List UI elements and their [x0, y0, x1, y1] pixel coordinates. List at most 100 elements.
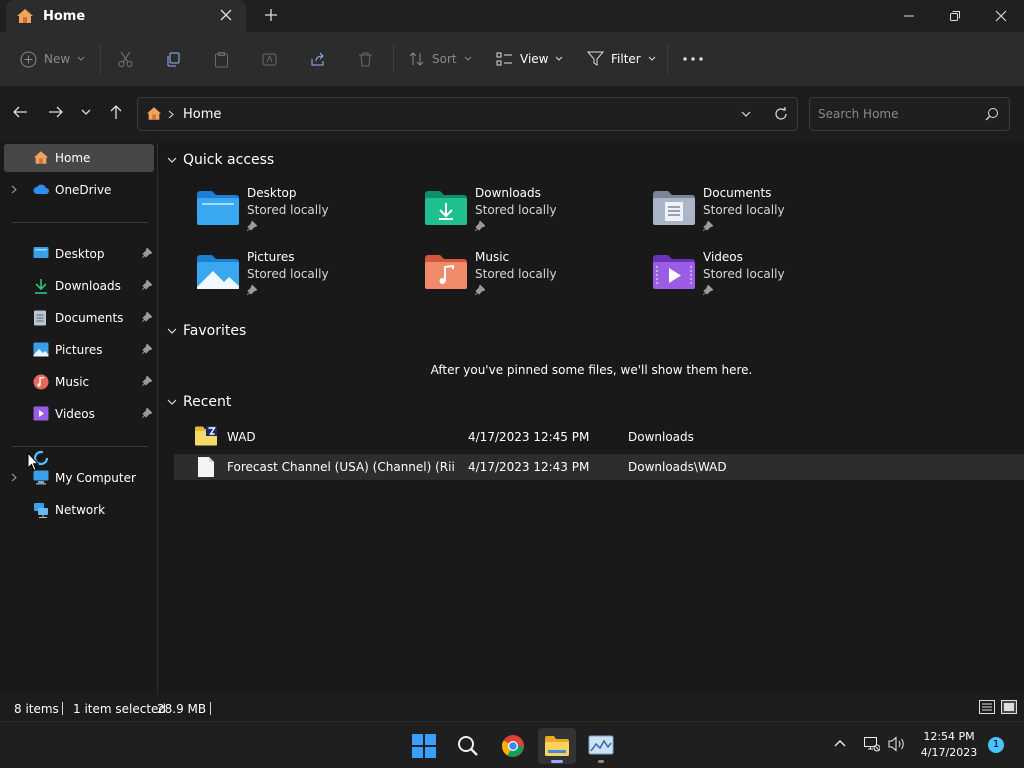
sidebar-item-videos[interactable]: Videos — [4, 400, 154, 428]
tiles-view-button[interactable] — [1001, 700, 1017, 714]
paste-button[interactable] — [213, 32, 230, 86]
delete-button[interactable] — [357, 32, 374, 86]
recent-locations-button[interactable] — [81, 109, 91, 115]
quick-access-item-videos[interactable]: Videos Stored locally — [652, 250, 872, 306]
download-icon — [33, 278, 49, 294]
more-options-button[interactable] — [683, 32, 703, 86]
back-button[interactable] — [12, 104, 28, 120]
more-icon — [683, 57, 703, 61]
folder-icon — [545, 736, 569, 756]
item-status: Stored locally — [247, 203, 329, 217]
pin-icon[interactable] — [142, 376, 152, 387]
start-button[interactable] — [405, 728, 443, 764]
restore-button[interactable] — [932, 0, 978, 32]
filter-icon — [587, 51, 604, 66]
picture-icon — [33, 342, 49, 357]
sidebar-item-home[interactable]: Home — [4, 144, 154, 172]
pin-icon[interactable] — [142, 408, 152, 419]
filter-label: Filter — [611, 52, 641, 66]
close-tab-icon[interactable] — [219, 8, 233, 22]
sidebar-item-music[interactable]: Music — [4, 368, 154, 396]
breadcrumb-home[interactable]: Home — [183, 107, 221, 122]
rename-icon — [262, 53, 277, 65]
rename-button[interactable] — [261, 32, 278, 86]
title-bar: Home — [0, 0, 1024, 32]
pictures-folder-icon — [196, 254, 240, 290]
clock-date[interactable]: 4/17/2023 — [917, 746, 981, 759]
sidebar-item-desktop[interactable]: Desktop — [4, 240, 154, 268]
table-row[interactable]: Forecast Channel (USA) (Channel) (RiiCo.… — [174, 454, 1024, 480]
section-title: Quick access — [183, 152, 275, 168]
chevron-down-icon — [741, 111, 751, 117]
command-bar: New Sort View Filter — [0, 32, 1024, 86]
details-view-button[interactable] — [979, 700, 995, 714]
chevron-down-icon — [167, 328, 177, 334]
quick-access-item-music[interactable]: Music Stored locally — [424, 250, 644, 306]
sidebar-item-label: Network — [55, 503, 106, 517]
pin-icon — [475, 221, 485, 232]
resource-monitor-app-button[interactable] — [582, 728, 620, 764]
home-icon — [146, 106, 162, 121]
quick-access-header[interactable]: Quick access — [167, 152, 274, 168]
plus-circle-icon — [20, 51, 37, 67]
view-button[interactable]: View — [496, 32, 563, 86]
forward-button[interactable] — [48, 104, 64, 120]
sidebar-item-documents[interactable]: Documents — [4, 304, 154, 332]
address-history-dropdown[interactable] — [741, 111, 751, 117]
quick-access-item-documents[interactable]: Documents Stored locally — [652, 186, 872, 242]
taskbar-search-button[interactable] — [449, 728, 487, 764]
scissors-icon — [118, 51, 133, 67]
up-button[interactable] — [108, 104, 124, 120]
pin-icon[interactable] — [142, 312, 152, 323]
close-window-button[interactable] — [978, 0, 1024, 32]
network-status-icon[interactable] — [864, 736, 880, 752]
search-box[interactable] — [809, 97, 1010, 131]
section-title: Recent — [183, 394, 232, 410]
notification-badge[interactable]: 1 — [988, 737, 1004, 753]
tab-home[interactable]: Home — [6, 0, 246, 32]
quick-access-item-pictures[interactable]: Pictures Stored locally — [196, 250, 416, 306]
pin-icon[interactable] — [142, 248, 152, 259]
pin-icon[interactable] — [142, 344, 152, 355]
file-explorer-app-button[interactable] — [538, 728, 576, 764]
show-hidden-icons-button[interactable] — [834, 739, 846, 747]
new-tab-icon[interactable] — [264, 8, 278, 22]
table-row[interactable]: WAD 4/17/2023 12:45 PM Downloads — [174, 424, 1024, 450]
item-name: Music — [475, 250, 510, 264]
search-input[interactable] — [818, 106, 978, 122]
volume-icon[interactable] — [888, 736, 906, 752]
sidebar-item-label: Music — [55, 375, 90, 389]
search-icon[interactable] — [985, 107, 999, 121]
sidebar-item-network[interactable]: Network — [4, 496, 154, 524]
copy-button[interactable] — [165, 32, 182, 86]
share-button[interactable] — [309, 32, 326, 86]
refresh-button[interactable] — [774, 107, 788, 121]
videos-folder-icon — [652, 254, 696, 290]
pin-icon[interactable] — [142, 280, 152, 291]
recent-header[interactable]: Recent — [167, 394, 231, 410]
minimize-button[interactable] — [886, 0, 932, 32]
clock-time[interactable]: 12:54 PM — [917, 730, 981, 743]
desktop-icon — [33, 246, 49, 260]
quick-access-item-desktop[interactable]: Desktop Stored locally — [196, 186, 416, 242]
new-button[interactable]: New — [20, 32, 85, 86]
favorites-header[interactable]: Favorites — [167, 323, 246, 339]
sort-button[interactable]: Sort — [409, 32, 472, 86]
sort-label: Sort — [432, 52, 457, 66]
sidebar-item-downloads[interactable]: Downloads — [4, 272, 154, 300]
sort-icon — [409, 52, 424, 66]
divider — [12, 222, 148, 223]
chrome-app-button[interactable] — [494, 728, 532, 764]
address-bar[interactable]: Home — [137, 97, 798, 131]
sidebar-item-pictures[interactable]: Pictures — [4, 336, 154, 364]
chevron-right-icon[interactable] — [11, 185, 17, 194]
network-icon — [33, 502, 49, 518]
filter-button[interactable]: Filter — [587, 32, 656, 86]
zip-folder-icon — [194, 426, 218, 446]
sidebar-item-onedrive[interactable]: OneDrive — [4, 176, 154, 204]
cut-button[interactable] — [117, 32, 134, 86]
pin-icon — [475, 285, 485, 296]
chevron-right-icon[interactable] — [11, 473, 17, 482]
quick-access-item-downloads[interactable]: Downloads Stored locally — [424, 186, 644, 242]
file-location: Downloads — [628, 430, 694, 444]
